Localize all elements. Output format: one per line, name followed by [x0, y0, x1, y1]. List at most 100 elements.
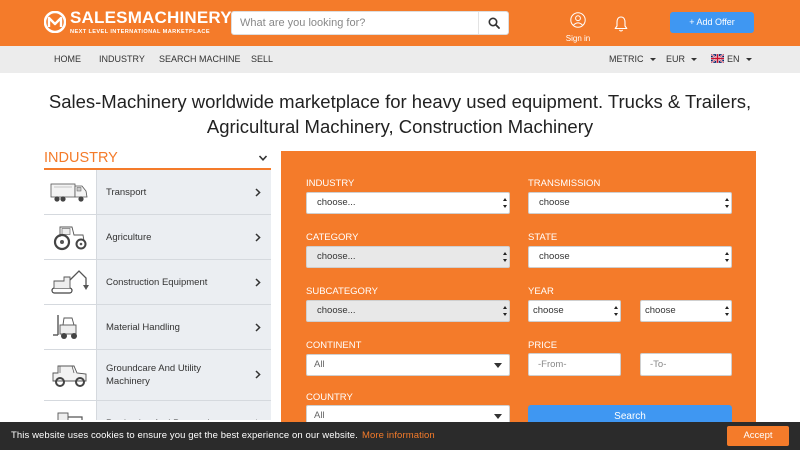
continent-filter-label: CONTINENT [306, 340, 362, 351]
search-input[interactable] [232, 12, 477, 34]
signin-label: Sign in [565, 34, 591, 43]
state-select-value: choose [539, 251, 570, 262]
category-thumbnail [44, 170, 97, 214]
select-spinner-icon [725, 306, 729, 316]
year-from-select[interactable]: choose [528, 300, 621, 322]
sidebar-item-label: Production And Processing [106, 401, 246, 421]
caret-down-icon [494, 363, 502, 368]
subcategory-select[interactable]: choose... [306, 300, 510, 322]
add-offer-button[interactable]: + Add Offer [670, 12, 754, 33]
bell-icon[interactable] [613, 15, 629, 33]
category-select-value: choose... [317, 251, 356, 262]
nav-item-home[interactable]: HOME [54, 46, 81, 73]
transmission-filter-label: TRANSMISSION [528, 178, 601, 189]
select-spinner-icon [725, 198, 729, 208]
cookie-banner: This website uses cookies to ensure you … [0, 422, 800, 450]
sidebar-item-agriculture[interactable]: Agriculture [44, 215, 271, 260]
chevron-down-icon [258, 155, 268, 161]
logo-word-sales: SALES [70, 8, 128, 27]
price-from-input[interactable]: -From- [528, 353, 621, 376]
year-to-value: choose [645, 305, 676, 316]
industry-sidebar-header[interactable]: INDUSTRY [44, 149, 271, 170]
search-filter-panel: INDUSTRY choose... TRANSMISSION choose C… [281, 151, 756, 427]
search-icon [487, 17, 500, 29]
chevron-right-icon [255, 278, 261, 287]
search-button[interactable] [478, 12, 508, 34]
caret-down-icon [494, 414, 502, 419]
nav-item-search-machine[interactable]: SEARCH MACHINE [159, 46, 241, 73]
sidebar-item-label: Agriculture [106, 231, 152, 243]
sidebar-item-label: Groundcare And Utility Machinery [106, 363, 202, 387]
units-label: METRIC [609, 54, 644, 64]
sidebar-item-transport[interactable]: Transport [44, 170, 271, 215]
industry-list: Transport Agriculture Construction Equip… [44, 170, 271, 420]
select-spinner-icon [503, 252, 507, 262]
transmission-select[interactable]: choose [528, 192, 732, 214]
subcategory-select-value: choose... [317, 305, 356, 316]
chevron-right-icon [255, 323, 261, 332]
continent-select[interactable]: All [306, 354, 510, 376]
user-icon [570, 12, 586, 28]
sidebar-item-material-handling[interactable]: Material Handling [44, 305, 271, 350]
sidebar-item-construction-equipment[interactable]: Construction Equipment [44, 260, 271, 305]
state-select[interactable]: choose [528, 246, 732, 268]
forklift-icon [53, 315, 77, 339]
transmission-select-value: choose [539, 197, 570, 208]
chevron-right-icon [255, 370, 261, 379]
category-thumbnail [44, 350, 97, 400]
year-filter-label: YEAR [528, 286, 554, 297]
state-filter-label: STATE [528, 232, 558, 243]
crane-icon [57, 412, 83, 420]
price-filter-label: PRICE [528, 340, 558, 351]
sidebar-item-label: Construction Equipment [106, 276, 208, 288]
sidebar-item-label: Material Handling [106, 321, 180, 333]
site-logo[interactable]: SALESMACHINERY NEXT LEVEL INTERNATIONAL … [44, 8, 232, 40]
page-headline: Sales-Machinery worldwide marketplace fo… [48, 91, 752, 137]
country-filter-label: COUNTRY [306, 392, 353, 403]
logo-mark-icon [44, 11, 66, 33]
language-label: EN [727, 54, 740, 64]
currency-label: EUR [666, 54, 686, 64]
cookie-accept-button[interactable]: Accept [727, 426, 789, 446]
chevron-right-icon [256, 419, 258, 420]
cookie-more-info-link[interactable]: More information [362, 430, 435, 441]
continent-select-value: All [314, 359, 325, 370]
industry-select[interactable]: choose... [306, 192, 510, 214]
logo-word-machinery: MACHINERY [127, 8, 232, 27]
main-nav: HOME INDUSTRY SEARCH MACHINE SELL METRIC… [0, 46, 800, 73]
nav-item-industry[interactable]: INDUSTRY [99, 46, 145, 73]
nav-item-sell[interactable]: SELL [251, 46, 273, 73]
logo-wordmark: SALESMACHINERY [70, 8, 232, 28]
uk-flag-icon [711, 54, 724, 63]
select-spinner-icon [614, 306, 618, 316]
signin-link[interactable]: Sign in [563, 12, 593, 43]
category-filter-label: CATEGORY [306, 232, 359, 243]
sidebar-item-groundcare[interactable]: Groundcare And Utility Machinery [44, 350, 271, 401]
select-spinner-icon [503, 306, 507, 316]
chevron-right-icon [255, 188, 261, 197]
chevron-down-icon [649, 58, 656, 62]
utility-vehicle-icon [52, 365, 87, 387]
search-bar [231, 11, 509, 35]
chevron-down-icon [691, 58, 698, 62]
category-select[interactable]: choose... [306, 246, 510, 268]
language-dropdown[interactable]: EN [711, 46, 752, 73]
logo-tagline: NEXT LEVEL INTERNATIONAL MARKETPLACE [70, 29, 210, 35]
year-to-select[interactable]: choose [640, 300, 732, 322]
category-thumbnail [44, 305, 97, 349]
currency-dropdown[interactable]: EUR [666, 46, 698, 73]
excavator-icon [51, 270, 89, 294]
sidebar-title: INDUSTRY [44, 150, 118, 166]
truck-icon [50, 183, 88, 202]
industry-filter-label: INDUSTRY [306, 178, 355, 189]
year-from-value: choose [533, 305, 564, 316]
units-dropdown[interactable]: METRIC [609, 46, 656, 73]
sidebar-item-production[interactable]: Production And Processing [44, 401, 271, 420]
select-spinner-icon [503, 198, 507, 208]
chevron-right-icon [255, 233, 261, 242]
cookie-message: This website uses cookies to ensure you … [11, 422, 435, 450]
cookie-text: This website uses cookies to ensure you … [11, 430, 358, 441]
country-select-value: All [314, 410, 325, 421]
price-to-input[interactable]: -To- [640, 353, 732, 376]
category-thumbnail [44, 215, 97, 259]
